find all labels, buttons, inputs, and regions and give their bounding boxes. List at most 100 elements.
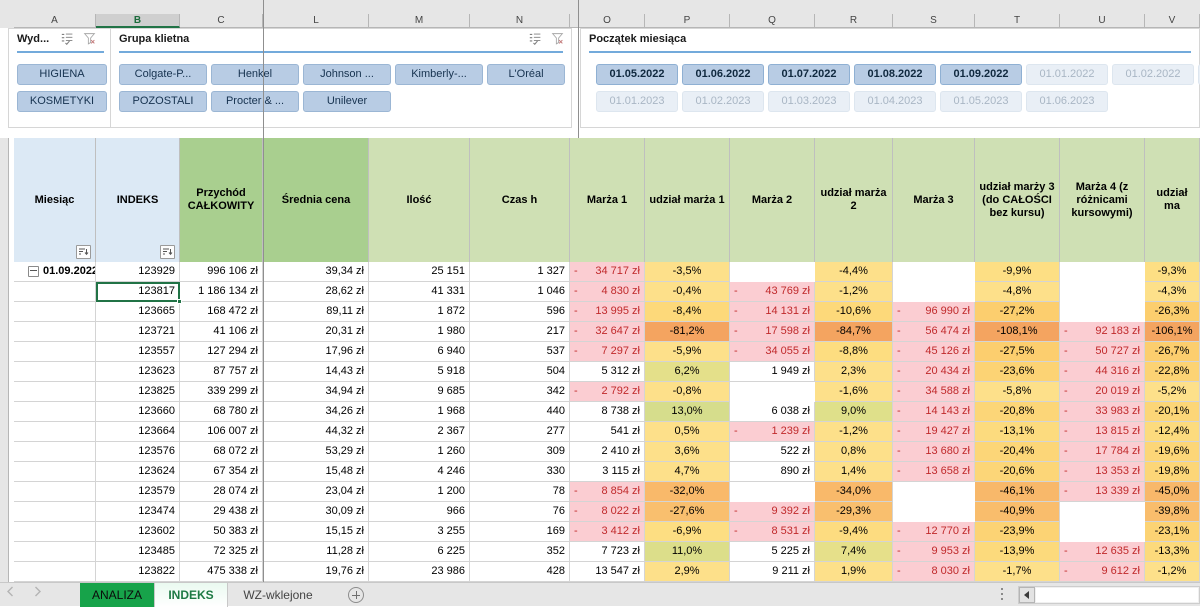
column-header-b[interactable]: B bbox=[96, 14, 180, 28]
multiselect-icon[interactable] bbox=[61, 32, 74, 45]
cell-srednia_cena[interactable]: 23,04 zł bbox=[264, 482, 369, 502]
table-row[interactable]: 12362387 757 zł14,43 zł5 9185045 312 zł6… bbox=[9, 362, 1200, 382]
table-row[interactable]: 123664106 007 zł44,32 zł2 367277541 zł0,… bbox=[9, 422, 1200, 442]
cell-ilosc[interactable]: 23 986 bbox=[369, 562, 470, 582]
clear-filter-icon[interactable] bbox=[83, 32, 96, 45]
slicer-item[interactable]: 01.09.2022 bbox=[940, 64, 1022, 85]
slicer-item[interactable]: 01.04.2023 bbox=[854, 91, 936, 112]
column-header-t[interactable]: T bbox=[975, 14, 1060, 28]
cell-udzial_ma[interactable]: -19,6% bbox=[1145, 442, 1200, 462]
cell-miesiac[interactable] bbox=[14, 502, 96, 522]
cell-srednia_cena[interactable]: 28,62 zł bbox=[264, 282, 369, 302]
cell-udzial_marza2[interactable]: 0,8% bbox=[815, 442, 893, 462]
cell-miesiac[interactable] bbox=[14, 422, 96, 442]
cell-srednia_cena[interactable]: 15,15 zł bbox=[264, 522, 369, 542]
cell-marza3[interactable]: -9 953 zł bbox=[893, 542, 975, 562]
cell-indeks[interactable]: 123660 bbox=[96, 402, 180, 422]
slicer-item[interactable]: Kimberly-... bbox=[395, 64, 483, 85]
table-column-header-marza4[interactable]: Marża 4 (z różnicami kursowymi) bbox=[1060, 138, 1145, 262]
cell-miesiac[interactable] bbox=[14, 302, 96, 322]
table-column-header-czas_h[interactable]: Czas h bbox=[470, 138, 570, 262]
slicer-item[interactable]: 01.05.2022 bbox=[596, 64, 678, 85]
cell-udzial_marza1[interactable]: 0,5% bbox=[645, 422, 730, 442]
cell-marza1[interactable]: -8 854 zł bbox=[570, 482, 645, 502]
cell-udzial_ma[interactable]: -13,3% bbox=[1145, 542, 1200, 562]
column-header-l[interactable]: L bbox=[264, 14, 369, 28]
column-header-r[interactable]: R bbox=[815, 14, 893, 28]
cell-miesiac[interactable] bbox=[14, 442, 96, 462]
cell-marza1[interactable]: -34 717 zł bbox=[570, 262, 645, 282]
cell-miesiac[interactable] bbox=[14, 322, 96, 342]
cell-czas_h[interactable]: 342 bbox=[470, 382, 570, 402]
cell-czas_h[interactable]: 537 bbox=[470, 342, 570, 362]
cell-czas_h[interactable]: 428 bbox=[470, 562, 570, 582]
cell-czas_h[interactable]: 309 bbox=[470, 442, 570, 462]
cell-ilosc[interactable]: 1 260 bbox=[369, 442, 470, 462]
cell-srednia_cena[interactable]: 17,96 zł bbox=[264, 342, 369, 362]
cell-marza1[interactable]: 2 410 zł bbox=[570, 442, 645, 462]
cell-udzial_marza2[interactable]: -29,3% bbox=[815, 502, 893, 522]
cell-udzial_ma[interactable]: -9,3% bbox=[1145, 262, 1200, 282]
cell-udzial_ma[interactable]: -106,1% bbox=[1145, 322, 1200, 342]
cell-miesiac[interactable] bbox=[14, 382, 96, 402]
cell-udzial_marza2[interactable]: 1,9% bbox=[815, 562, 893, 582]
column-header-p[interactable]: P bbox=[645, 14, 730, 28]
slicer-icon-group[interactable] bbox=[529, 32, 564, 45]
cell-srednia_cena[interactable]: 14,43 zł bbox=[264, 362, 369, 382]
cell-przychod[interactable]: 127 294 zł bbox=[180, 342, 263, 362]
scroll-left-button[interactable] bbox=[1019, 587, 1035, 603]
cell-marza1[interactable]: 13 547 zł bbox=[570, 562, 645, 582]
cell-czas_h[interactable]: 352 bbox=[470, 542, 570, 562]
cell-marza3[interactable]: -20 434 zł bbox=[893, 362, 975, 382]
cell-udzial_ma[interactable]: -4,3% bbox=[1145, 282, 1200, 302]
table-column-header-udzial_marza2[interactable]: udział marża 2 bbox=[815, 138, 893, 262]
cell-udzial_ma[interactable]: -19,8% bbox=[1145, 462, 1200, 482]
clear-filter-icon[interactable] bbox=[551, 32, 564, 45]
slicer-item[interactable]: 01.06.2023 bbox=[1026, 91, 1108, 112]
cell-udzial_ma[interactable]: -45,0% bbox=[1145, 482, 1200, 502]
cell-udzial_ma[interactable]: -39,8% bbox=[1145, 502, 1200, 522]
cell-ilosc[interactable]: 41 331 bbox=[369, 282, 470, 302]
column-header-m[interactable]: M bbox=[369, 14, 470, 28]
cell-udzial_ma[interactable]: -23,1% bbox=[1145, 522, 1200, 542]
table-row[interactable]: 12357928 074 zł23,04 zł1 20078-8 854 zł-… bbox=[9, 482, 1200, 502]
table-row[interactable]: 12360250 383 zł15,15 zł3 255169-3 412 zł… bbox=[9, 522, 1200, 542]
slicer-item[interactable]: 01.08.2022 bbox=[854, 64, 936, 85]
cell-czas_h[interactable]: 330 bbox=[470, 462, 570, 482]
table-row[interactable]: 12372141 106 zł20,31 zł1 980217-32 647 z… bbox=[9, 322, 1200, 342]
cell-srednia_cena[interactable]: 44,32 zł bbox=[264, 422, 369, 442]
cell-indeks[interactable]: 123664 bbox=[96, 422, 180, 442]
cell-udzial_marzy3[interactable]: -40,9% bbox=[975, 502, 1060, 522]
cell-czas_h[interactable]: 504 bbox=[470, 362, 570, 382]
cell-indeks[interactable]: 123817 bbox=[96, 282, 180, 302]
cell-srednia_cena[interactable]: 39,34 zł bbox=[264, 262, 369, 282]
cell-miesiac[interactable] bbox=[14, 522, 96, 542]
cell-udzial_marza1[interactable]: 13,0% bbox=[645, 402, 730, 422]
cell-czas_h[interactable]: 76 bbox=[470, 502, 570, 522]
cell-udzial_marza1[interactable]: -3,5% bbox=[645, 262, 730, 282]
cell-udzial_ma[interactable]: -20,1% bbox=[1145, 402, 1200, 422]
cell-udzial_marzy3[interactable]: -27,2% bbox=[975, 302, 1060, 322]
sheet-nav-arrows[interactable] bbox=[6, 586, 42, 597]
cell-udzial_marza2[interactable]: -10,6% bbox=[815, 302, 893, 322]
cell-ilosc[interactable]: 2 367 bbox=[369, 422, 470, 442]
cell-srednia_cena[interactable]: 34,26 zł bbox=[264, 402, 369, 422]
cell-udzial_marzy3[interactable]: -23,6% bbox=[975, 362, 1060, 382]
column-header-a[interactable]: A bbox=[14, 14, 96, 28]
cell-udzial_marza2[interactable]: 9,0% bbox=[815, 402, 893, 422]
cell-czas_h[interactable]: 169 bbox=[470, 522, 570, 542]
cell-ilosc[interactable]: 6 225 bbox=[369, 542, 470, 562]
cell-marza1[interactable]: 3 115 zł bbox=[570, 462, 645, 482]
cell-udzial_marzy3[interactable]: -20,8% bbox=[975, 402, 1060, 422]
slicer-item[interactable]: Colgate-P... bbox=[119, 64, 207, 85]
cell-marza2[interactable]: 890 zł bbox=[730, 462, 815, 482]
cell-udzial_marza2[interactable]: -1,2% bbox=[815, 422, 893, 442]
cell-udzial_marzy3[interactable]: -27,5% bbox=[975, 342, 1060, 362]
cell-indeks[interactable]: 123624 bbox=[96, 462, 180, 482]
slicer-item[interactable]: Henkel bbox=[211, 64, 299, 85]
cell-srednia_cena[interactable]: 15,48 zł bbox=[264, 462, 369, 482]
cell-miesiac[interactable] bbox=[14, 462, 96, 482]
cell-marza1[interactable]: 541 zł bbox=[570, 422, 645, 442]
table-row[interactable]: 12347429 438 zł30,09 zł96676-8 022 zł-27… bbox=[9, 502, 1200, 522]
cell-przychod[interactable]: 72 325 zł bbox=[180, 542, 263, 562]
